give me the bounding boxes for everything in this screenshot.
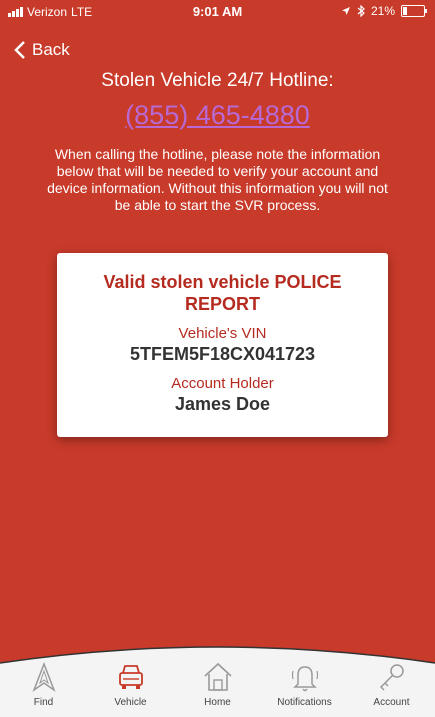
battery-icon bbox=[401, 5, 427, 17]
status-bar: Verizon LTE 9:01 AM 21% bbox=[0, 0, 435, 22]
tab-label-account: Account bbox=[373, 697, 410, 708]
tab-find[interactable]: Find bbox=[0, 661, 87, 708]
hotline-instructions: When calling the hotline, please note th… bbox=[47, 146, 388, 213]
tab-vehicle[interactable]: Vehicle bbox=[87, 661, 174, 708]
bluetooth-icon bbox=[357, 5, 365, 17]
car-icon bbox=[118, 665, 143, 689]
home-icon bbox=[203, 662, 232, 691]
tab-label-home: Home bbox=[204, 697, 231, 708]
hotline-phone-link[interactable]: (855) 465-4880 bbox=[0, 100, 435, 131]
hotline-title: Stolen Vehicle 24/7 Hotline: bbox=[101, 70, 334, 91]
holder-label: Account Holder bbox=[171, 375, 274, 392]
status-right: 21% bbox=[341, 4, 427, 18]
tab-bar: Find Vehicle Home Notifications Account bbox=[0, 641, 435, 717]
bell-icon bbox=[291, 666, 318, 692]
back-button[interactable]: Back bbox=[14, 40, 70, 60]
tab-label-notifications: Notifications bbox=[277, 697, 332, 708]
location-icon bbox=[341, 7, 350, 15]
holder-value: James Doe bbox=[174, 394, 271, 414]
tab-label-find: Find bbox=[33, 697, 54, 708]
battery-percent: 21% bbox=[370, 4, 395, 18]
vin-value: 5TFEM5F18CX041723 bbox=[129, 344, 316, 364]
vin-label: Vehicle's VIN bbox=[178, 325, 267, 342]
tab-label-vehicle: Vehicle bbox=[114, 697, 147, 708]
tab-notifications[interactable]: Notifications bbox=[261, 661, 348, 708]
chevron-left-icon bbox=[14, 41, 25, 59]
key-icon bbox=[379, 664, 404, 691]
tab-account[interactable]: Account bbox=[348, 661, 435, 708]
info-card: Valid stolen vehicle POLICE REPORT Vehic… bbox=[57, 253, 388, 437]
card-title: Valid stolen vehicle POLICE REPORT bbox=[103, 272, 342, 314]
find-icon bbox=[31, 661, 56, 693]
tab-home[interactable]: Home bbox=[174, 661, 261, 708]
back-label: Back bbox=[32, 40, 70, 59]
